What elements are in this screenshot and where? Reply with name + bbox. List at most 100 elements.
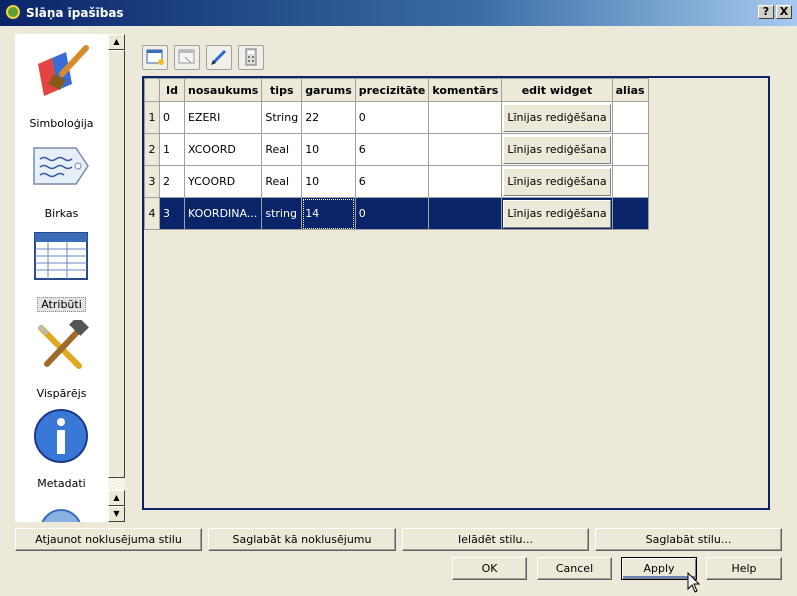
edit-widget-button[interactable]: Līnijas rediģēšana bbox=[503, 103, 611, 132]
cell-precision[interactable]: 0 bbox=[354, 197, 430, 230]
sidebar-item-metadata[interactable]: Metadati bbox=[15, 404, 108, 494]
cell-length[interactable]: 14 bbox=[301, 197, 356, 230]
edit-widget-button[interactable]: Līnijas rediģēšana bbox=[503, 135, 611, 164]
new-column-icon bbox=[146, 49, 164, 65]
sidebar-scrollbar[interactable]: ▲ ▲ ▼ bbox=[108, 34, 125, 522]
field-calculator-button[interactable] bbox=[238, 45, 264, 70]
table-row[interactable]: 3 2 YCOORD Real 10 6 Līnijas rediģēšana bbox=[144, 165, 649, 198]
edit-widget-button[interactable]: Līnijas rediģēšana bbox=[503, 199, 611, 228]
cell-edit-widget: Līnijas rediģēšana bbox=[501, 101, 613, 134]
cell-edit-widget: Līnijas rediģēšana bbox=[501, 197, 613, 230]
column-header-id[interactable]: Id bbox=[159, 78, 185, 102]
sidebar: Simboloģija Birkas Atribūti Vispārējs Me… bbox=[15, 34, 108, 522]
delete-column-button[interactable] bbox=[174, 45, 200, 70]
cell-name[interactable]: XCOORD bbox=[183, 133, 263, 166]
cell-name[interactable]: KOORDINA... bbox=[183, 197, 263, 230]
delete-column-icon bbox=[178, 49, 195, 64]
cell-precision[interactable]: 6 bbox=[354, 165, 430, 198]
cell-length[interactable]: 10 bbox=[301, 165, 356, 198]
column-header-precision[interactable]: precizitāte bbox=[354, 78, 430, 102]
cell-alias[interactable] bbox=[611, 101, 649, 134]
row-header[interactable]: 1 bbox=[144, 101, 160, 134]
table-row[interactable]: 2 1 XCOORD Real 10 6 Līnijas rediģēšana bbox=[144, 133, 649, 166]
new-column-button[interactable] bbox=[142, 45, 168, 70]
corner-header bbox=[144, 78, 160, 102]
cell-length[interactable]: 10 bbox=[301, 133, 356, 166]
row-header[interactable]: 4 bbox=[144, 197, 160, 230]
sidebar-item-attributes[interactable]: Atribūti bbox=[15, 224, 108, 314]
ok-button[interactable]: OK bbox=[452, 557, 527, 580]
cell-id[interactable]: 0 bbox=[159, 101, 185, 134]
cell-precision[interactable]: 6 bbox=[354, 133, 430, 166]
sidebar-item-label: Metadati bbox=[37, 477, 86, 490]
load-style-button[interactable]: Ielādēt stilu... bbox=[402, 528, 589, 551]
cell-type[interactable]: Real bbox=[261, 133, 303, 166]
gear-icon bbox=[41, 509, 81, 522]
edit-mode-icon bbox=[211, 49, 227, 65]
scroll-up-button[interactable]: ▲ bbox=[108, 34, 125, 50]
close-window-button[interactable]: X bbox=[776, 5, 792, 19]
scroll-up-button-lower[interactable]: ▲ bbox=[108, 490, 125, 506]
cell-type[interactable]: Real bbox=[261, 165, 303, 198]
row-header[interactable]: 2 bbox=[144, 133, 160, 166]
cell-name[interactable]: EZERI bbox=[183, 101, 263, 134]
tools-icon bbox=[37, 320, 89, 369]
apply-button[interactable]: Apply bbox=[621, 557, 697, 580]
field-calculator-icon bbox=[245, 48, 257, 66]
cell-comment[interactable] bbox=[428, 165, 503, 198]
toggle-editing-button[interactable] bbox=[206, 45, 232, 70]
help-title-button[interactable]: ? bbox=[758, 5, 774, 19]
paintbrush-icon bbox=[38, 45, 89, 96]
cell-comment[interactable] bbox=[428, 101, 503, 134]
cell-alias[interactable] bbox=[611, 133, 649, 166]
cell-type[interactable]: string bbox=[261, 197, 303, 230]
sidebar-item-general[interactable]: Vispārējs bbox=[15, 314, 108, 404]
qgis-logo-icon bbox=[6, 5, 20, 19]
sidebar-item-label: Simboloģija bbox=[29, 117, 94, 130]
save-as-default-button[interactable]: Saglabāt kā noklusējumu bbox=[208, 528, 396, 551]
cell-edit-widget: Līnijas rediģēšana bbox=[501, 133, 613, 166]
label-tag-icon bbox=[33, 147, 89, 185]
mouse-pointer-icon bbox=[687, 572, 701, 593]
sidebar-item-symbology[interactable]: Simboloģija bbox=[15, 44, 108, 134]
cell-name[interactable]: YCOORD bbox=[183, 165, 263, 198]
cell-comment[interactable] bbox=[428, 197, 503, 230]
cell-type[interactable]: String bbox=[261, 101, 303, 134]
restore-default-style-button[interactable]: Atjaunot noklusējuma stilu bbox=[15, 528, 202, 551]
scroll-thumb[interactable] bbox=[108, 50, 125, 478]
row-header[interactable]: 3 bbox=[144, 165, 160, 198]
info-icon bbox=[34, 409, 88, 463]
cell-comment[interactable] bbox=[428, 133, 503, 166]
title-bar: Slāņa īpašības ? X bbox=[0, 0, 797, 26]
sidebar-item-label: Atribūti bbox=[37, 297, 86, 312]
cell-alias[interactable] bbox=[611, 197, 649, 230]
cell-length[interactable]: 22 bbox=[301, 101, 356, 134]
attribute-fields-table[interactable]: Id nosaukums tips garums precizitāte kom… bbox=[142, 76, 770, 510]
table-row-selected[interactable]: 4 3 KOORDINA... string 14 0 Līnijas redi… bbox=[144, 197, 649, 230]
column-header-comment[interactable]: komentārs bbox=[428, 78, 503, 102]
sidebar-item-more[interactable] bbox=[15, 494, 108, 522]
sidebar-item-labels[interactable]: Birkas bbox=[15, 134, 108, 224]
window-title: Slāņa īpašības bbox=[26, 6, 124, 20]
cell-id[interactable]: 3 bbox=[159, 197, 185, 230]
edit-widget-button[interactable]: Līnijas rediģēšana bbox=[503, 167, 611, 196]
column-header-length[interactable]: garums bbox=[301, 78, 356, 102]
table-row[interactable]: 1 0 EZERI String 22 0 Līnijas rediģēšana bbox=[144, 101, 649, 134]
sidebar-item-label: Birkas bbox=[44, 207, 79, 220]
cell-id[interactable]: 2 bbox=[159, 165, 185, 198]
scroll-down-button[interactable]: ▼ bbox=[108, 506, 125, 522]
save-style-button[interactable]: Saglabāt stilu... bbox=[595, 528, 782, 551]
cell-id[interactable]: 1 bbox=[159, 133, 185, 166]
column-header-alias[interactable]: alias bbox=[611, 78, 649, 102]
sidebar-item-label: Vispārējs bbox=[36, 387, 87, 400]
attribute-table-icon bbox=[34, 232, 88, 280]
cell-edit-widget: Līnijas rediģēšana bbox=[501, 165, 613, 198]
cancel-button[interactable]: Cancel bbox=[537, 557, 612, 580]
cell-alias[interactable] bbox=[611, 165, 649, 198]
column-header-type[interactable]: tips bbox=[261, 78, 303, 102]
column-header-name[interactable]: nosaukums bbox=[183, 78, 263, 102]
cell-precision[interactable]: 0 bbox=[354, 101, 430, 134]
help-button[interactable]: Help bbox=[706, 557, 782, 580]
table-header-row: Id nosaukums tips garums precizitāte kom… bbox=[144, 78, 649, 102]
column-header-edit-widget[interactable]: edit widget bbox=[501, 78, 613, 102]
